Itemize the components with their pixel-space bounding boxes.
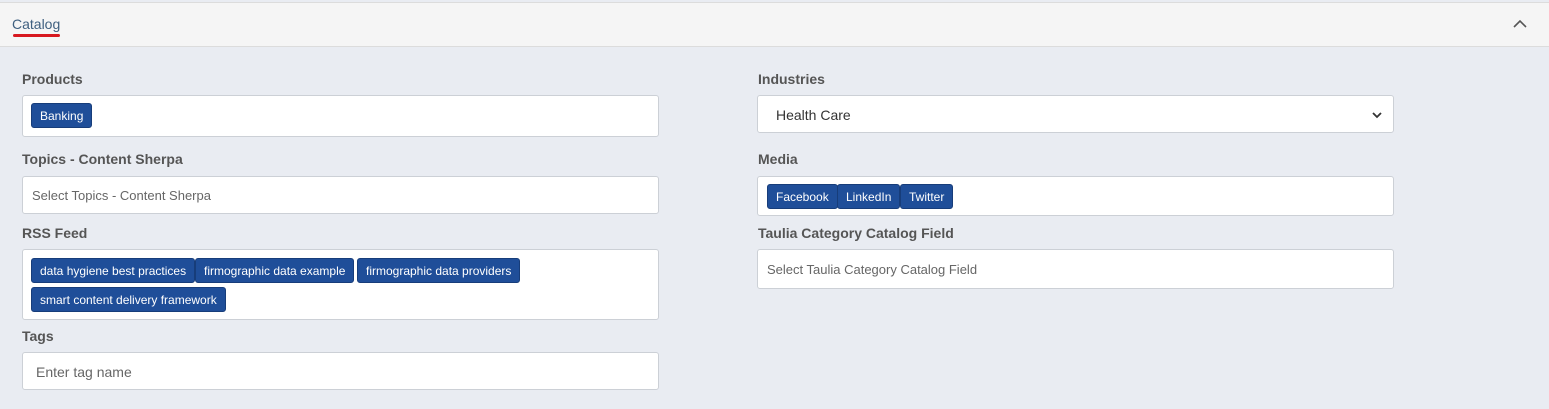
panel-title[interactable]: Catalog — [12, 16, 60, 32]
tags-placeholder: Enter tag name — [36, 364, 132, 380]
tags-label: Tags — [22, 328, 54, 344]
rss-tag[interactable]: firmographic data providers — [357, 258, 521, 283]
industries-label: Industries — [758, 71, 825, 87]
topics-placeholder: Select Topics - Content Sherpa — [32, 188, 211, 203]
catalog-panel-header[interactable]: Catalog — [0, 2, 1549, 47]
chevron-down-icon — [1372, 112, 1382, 119]
chevron-up-icon[interactable] — [1511, 15, 1529, 33]
rss-feed-field[interactable]: data hygiene best practices firmographic… — [22, 249, 659, 320]
topics-field[interactable]: Select Topics - Content Sherpa — [22, 176, 659, 214]
rss-tag[interactable]: data hygiene best practices — [31, 258, 196, 283]
media-field[interactable]: Facebook LinkedIn Twitter — [757, 176, 1394, 216]
media-tag[interactable]: Facebook — [767, 184, 838, 209]
industries-select[interactable]: Health Care — [757, 95, 1394, 133]
products-label: Products — [22, 71, 83, 87]
product-tag[interactable]: Banking — [31, 103, 93, 128]
tags-input[interactable]: Enter tag name — [22, 352, 659, 390]
taulia-field[interactable]: Select Taulia Category Catalog Field — [757, 249, 1394, 289]
topics-label: Topics - Content Sherpa — [22, 151, 183, 167]
industries-selected-value: Health Care — [776, 107, 851, 123]
taulia-label: Taulia Category Catalog Field — [758, 225, 954, 241]
products-field[interactable]: Banking — [22, 95, 659, 137]
taulia-placeholder: Select Taulia Category Catalog Field — [767, 262, 978, 277]
rss-feed-label: RSS Feed — [22, 225, 88, 241]
media-label: Media — [758, 151, 798, 167]
media-tag[interactable]: LinkedIn — [837, 184, 901, 209]
media-tag[interactable]: Twitter — [900, 184, 954, 209]
rss-tag[interactable]: firmographic data example — [195, 258, 355, 283]
rss-tag[interactable]: smart content delivery framework — [31, 287, 226, 312]
active-underline — [13, 34, 60, 37]
